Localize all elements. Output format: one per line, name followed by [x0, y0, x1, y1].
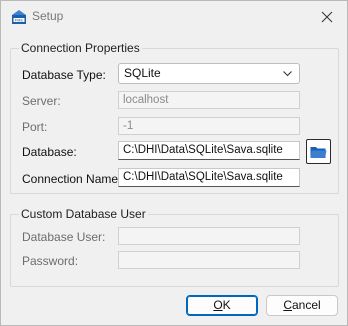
- database-path-input[interactable]: C:\DHI\Data\SQLite\Sava.sqlite: [118, 141, 300, 160]
- ok-label-rest: K: [222, 298, 231, 312]
- custom-user-legend: Custom Database User: [19, 207, 148, 221]
- server-value: localhost: [123, 94, 169, 106]
- database-path-value: C:\DHI\Data\SQLite\Sava.sqlite: [123, 144, 283, 156]
- connection-properties-legend: Connection Properties: [19, 41, 142, 55]
- database-type-label: Database Type:: [22, 68, 106, 82]
- ok-mnemonic: O: [213, 298, 223, 312]
- password-label: Password:: [22, 254, 79, 268]
- port-label: Port:: [22, 120, 48, 134]
- cancel-label-rest: ancel: [291, 298, 321, 312]
- connection-name-input[interactable]: C:\DHI\Data\SQLite\Sava.sqlite: [118, 168, 300, 187]
- database-type-value: SQLite: [124, 66, 161, 80]
- cancel-button[interactable]: Cancel: [266, 295, 338, 316]
- connection-name-label: Connection Name:: [22, 172, 122, 186]
- database-type-select[interactable]: SQLite: [118, 63, 300, 84]
- app-logo-icon: MIKE: [12, 10, 26, 24]
- port-field[interactable]: -1: [118, 117, 300, 135]
- setup-dialog: MIKE Setup Connection Properties Databas…: [0, 0, 348, 326]
- browse-database-button[interactable]: [306, 139, 331, 164]
- server-label: Server:: [22, 94, 61, 108]
- database-user-label: Database User:: [22, 230, 106, 244]
- close-icon: [321, 11, 333, 22]
- close-button[interactable]: [307, 1, 347, 32]
- ok-button[interactable]: OK: [186, 295, 258, 316]
- window-title: Setup: [32, 9, 64, 23]
- title-bar: MIKE Setup: [1, 1, 347, 32]
- database-label: Database:: [22, 145, 77, 159]
- server-field[interactable]: localhost: [118, 91, 300, 109]
- folder-icon: [310, 146, 327, 158]
- database-user-input[interactable]: [118, 227, 300, 245]
- chevron-down-icon: [283, 71, 292, 77]
- port-value: -1: [123, 120, 134, 132]
- password-input[interactable]: [118, 251, 300, 269]
- connection-name-value: C:\DHI\Data\SQLite\Sava.sqlite: [123, 171, 283, 183]
- cancel-mnemonic: C: [283, 298, 292, 312]
- app-icon-text: MIKE: [15, 18, 25, 22]
